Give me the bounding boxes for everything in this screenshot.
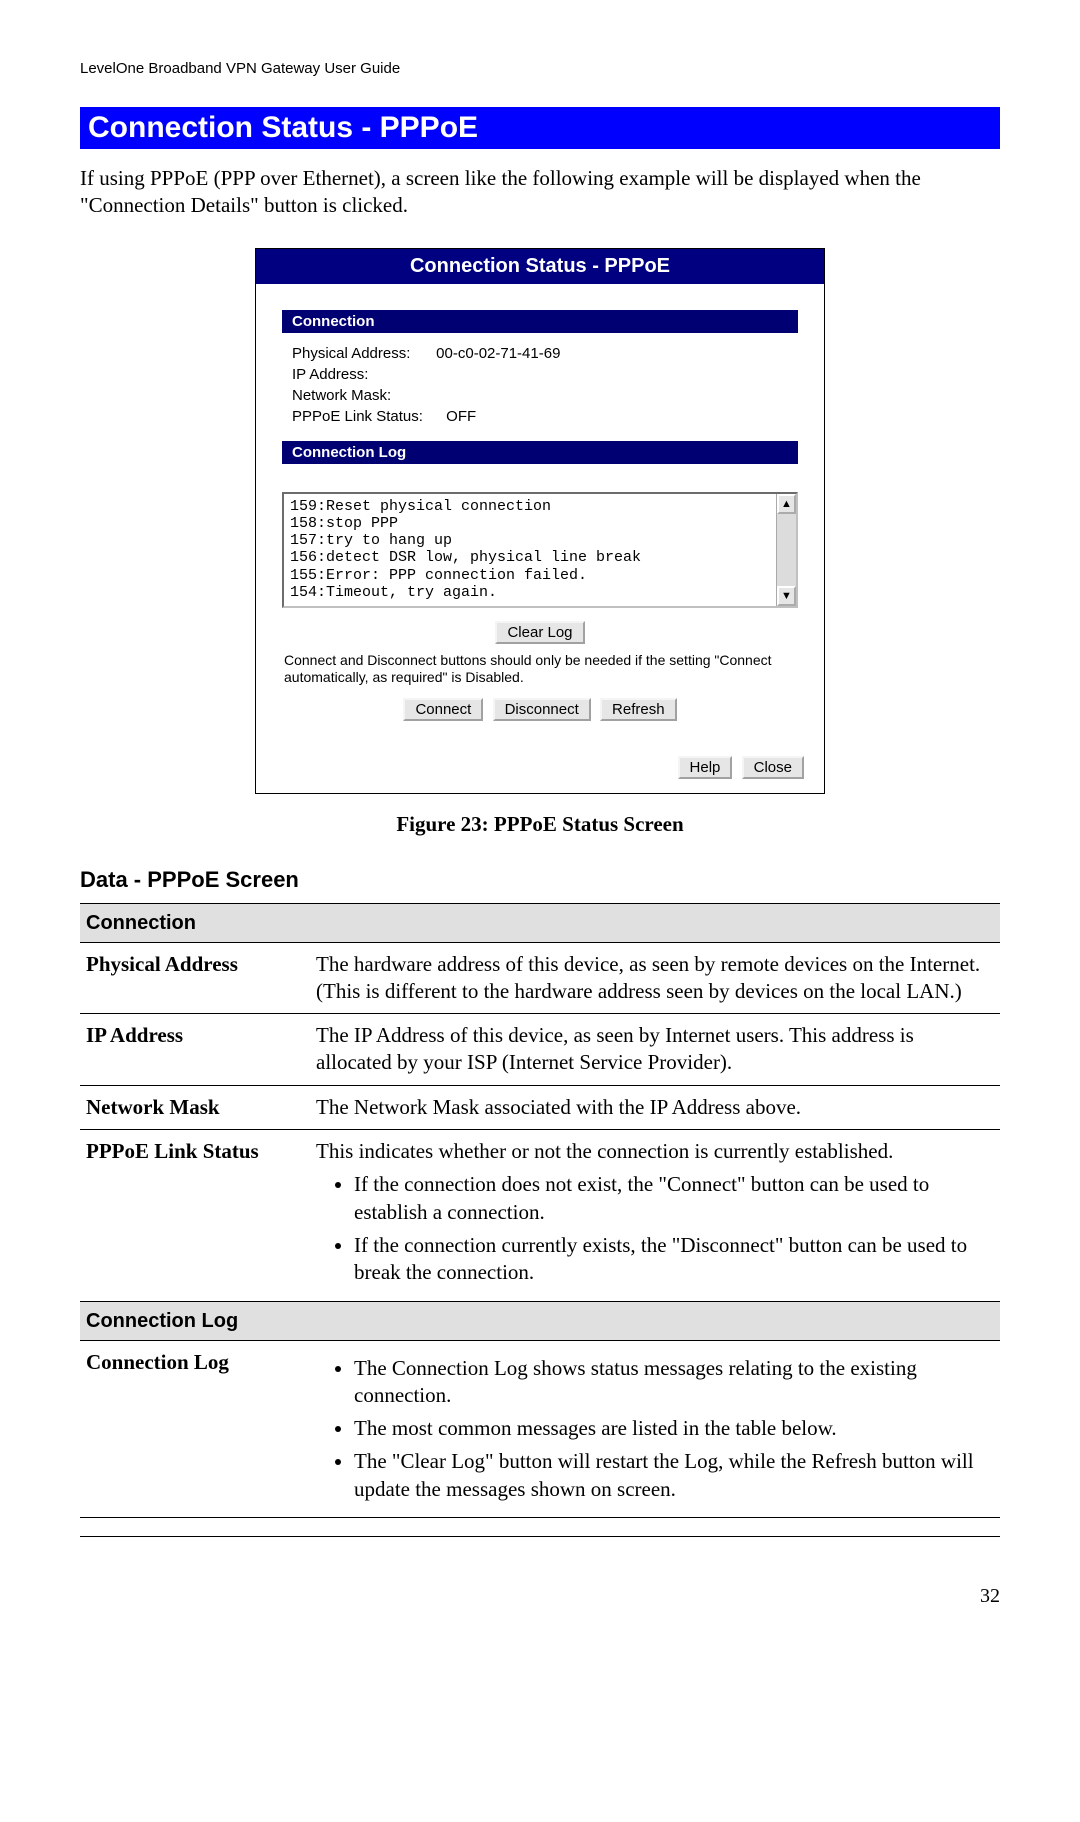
row-connlog-label: Connection Log <box>80 1340 310 1517</box>
group-connlog: Connection Log <box>80 1301 1000 1340</box>
row-mask-label: Network Mask <box>80 1085 310 1129</box>
ip-addr-row: IP Address: <box>282 364 798 385</box>
connect-button[interactable]: Connect <box>403 698 483 721</box>
connlog-bullet-2: The most common messages are listed in t… <box>354 1415 990 1442</box>
connection-log-box[interactable]: 159:Reset physical connection 158:stop P… <box>282 492 798 608</box>
refresh-button[interactable]: Refresh <box>600 698 677 721</box>
row-ip-label: IP Address <box>80 1014 310 1086</box>
scroll-up-icon[interactable]: ▲ <box>777 494 796 514</box>
row-connlog-desc: The Connection Log shows status messages… <box>310 1340 1000 1517</box>
disconnect-button[interactable]: Disconnect <box>493 698 591 721</box>
phys-addr-value: 00-c0-02-71-41-69 <box>436 345 560 362</box>
screenshot-log-header: Connection Log <box>282 441 798 464</box>
screenshot-title: Connection Status - PPPoE <box>256 249 824 284</box>
page-number: 32 <box>80 1585 1000 1608</box>
page-header: LevelOne Broadband VPN Gateway User Guid… <box>80 60 1000 77</box>
hint-text: Connect and Disconnect buttons should on… <box>282 652 798 687</box>
data-heading: Data - PPPoE Screen <box>80 867 1000 893</box>
data-table: Connection Physical Address The hardware… <box>80 903 1000 1518</box>
clear-log-button[interactable]: Clear Log <box>495 621 584 644</box>
figure-caption: Figure 23: PPPoE Status Screen <box>80 812 1000 837</box>
section-heading: Connection Status - PPPoE <box>80 107 1000 149</box>
link-status-value: OFF <box>446 408 476 425</box>
mask-row: Network Mask: <box>282 385 798 406</box>
row-ip-desc: The IP Address of this device, as seen b… <box>310 1014 1000 1086</box>
link-status-bullet-1: If the connection does not exist, the "C… <box>354 1171 990 1226</box>
link-status-row: PPPoE Link Status: OFF <box>282 406 798 427</box>
close-button[interactable]: Close <box>742 756 804 779</box>
help-button[interactable]: Help <box>678 756 733 779</box>
row-link-status-label: PPPoE Link Status <box>80 1130 310 1301</box>
connlog-bullet-1: The Connection Log shows status messages… <box>354 1355 990 1410</box>
group-connection: Connection <box>80 903 1000 942</box>
screenshot-connection-header: Connection <box>282 310 798 333</box>
ip-addr-label: IP Address: <box>292 366 432 383</box>
row-phys-addr-label: Physical Address <box>80 942 310 1014</box>
connlog-bullet-3: The "Clear Log" button will restart the … <box>354 1448 990 1503</box>
connection-log-text: 159:Reset physical connection 158:stop P… <box>284 494 776 606</box>
row-link-status-desc: This indicates whether or not the connec… <box>310 1130 1000 1301</box>
mask-label: Network Mask: <box>292 387 432 404</box>
row-phys-addr-desc: The hardware address of this device, as … <box>310 942 1000 1014</box>
scroll-down-icon[interactable]: ▼ <box>777 586 796 606</box>
link-status-label: PPPoE Link Status: <box>292 408 442 425</box>
log-scrollbar[interactable]: ▲ ▼ <box>776 494 796 606</box>
phys-addr-label: Physical Address: <box>292 345 432 362</box>
link-status-bullet-2: If the connection currently exists, the … <box>354 1232 990 1287</box>
footer-rule <box>80 1536 1000 1537</box>
pppoe-screenshot: Connection Status - PPPoE Connection Phy… <box>255 248 825 794</box>
intro-paragraph: If using PPPoE (PPP over Ethernet), a sc… <box>80 165 1000 220</box>
row-mask-desc: The Network Mask associated with the IP … <box>310 1085 1000 1129</box>
phys-addr-row: Physical Address: 00-c0-02-71-41-69 <box>282 343 798 364</box>
